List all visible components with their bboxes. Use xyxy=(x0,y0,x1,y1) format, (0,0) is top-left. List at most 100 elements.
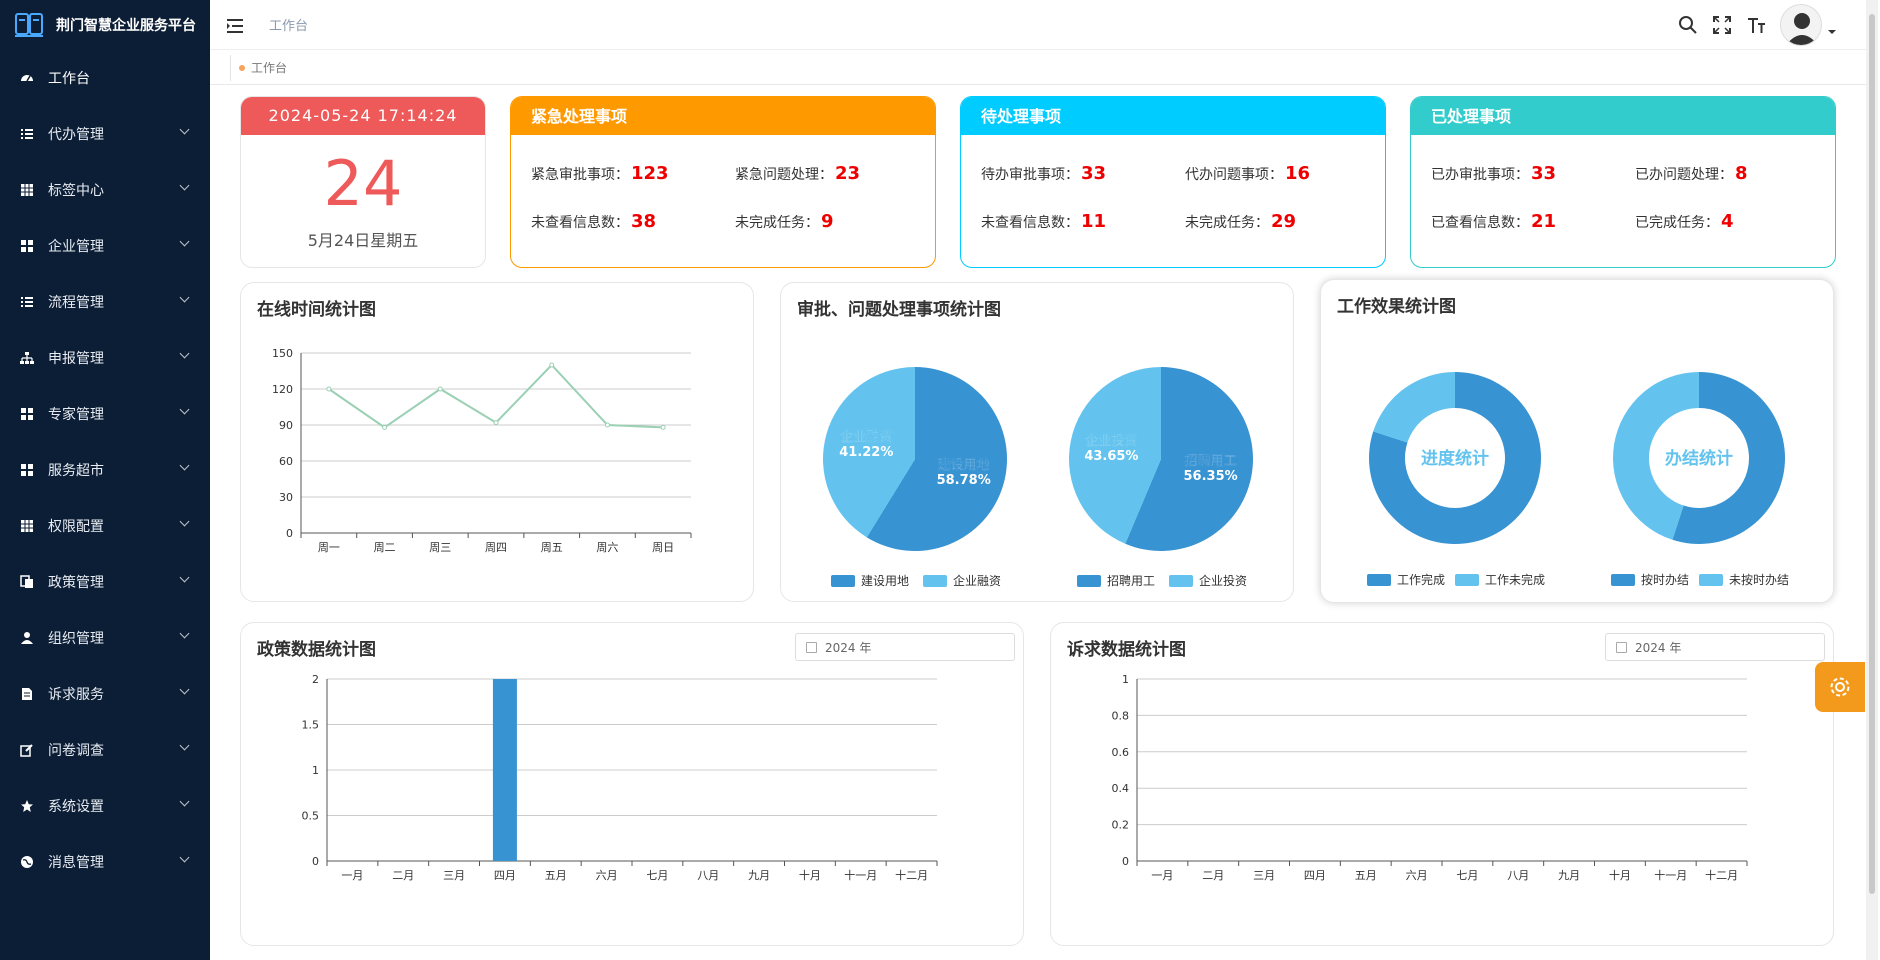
menu-toggle-icon[interactable] xyxy=(227,18,245,33)
stat-value: 9 xyxy=(821,211,834,232)
apps-icon xyxy=(20,407,34,421)
stat-label: 未完成任务： xyxy=(735,215,819,231)
y-tick-label: 60 xyxy=(279,455,293,468)
work-effect-donut-chart: 进度统计工作完成 工作未完成 办结统计按时办结 未按时办结 xyxy=(1367,372,1789,587)
stat-item[interactable]: 紧急问题处理： 23 xyxy=(735,163,860,184)
legend-swatch xyxy=(1169,575,1193,587)
sidebar-item[interactable]: 问卷调查 xyxy=(0,722,210,778)
data-point xyxy=(382,424,388,430)
stat-value: 4 xyxy=(1721,211,1734,232)
stat-value: 29 xyxy=(1271,211,1297,232)
sidebar-item[interactable]: 企业管理 xyxy=(0,218,210,274)
stat-value: 8 xyxy=(1735,163,1748,184)
search-icon[interactable] xyxy=(1678,15,1698,35)
sidebar-item[interactable]: 申报管理 xyxy=(0,330,210,386)
x-tick-label: 周日 xyxy=(652,541,674,554)
stat-value: 11 xyxy=(1081,211,1107,232)
stat-label: 已办问题处理： xyxy=(1635,167,1733,183)
settings-gear-button[interactable] xyxy=(1815,662,1865,712)
sidebar-item[interactable]: 系统设置 xyxy=(0,778,210,834)
donut-slice xyxy=(1373,372,1455,443)
legend-label: 企业融资 xyxy=(953,573,1001,588)
x-tick-label: 二月 xyxy=(392,869,414,882)
list-icon xyxy=(20,127,34,141)
tree-icon xyxy=(20,351,34,365)
stat-value: 33 xyxy=(1531,163,1557,184)
sidebar-item[interactable]: 工作台 xyxy=(0,50,210,106)
processed-items-card: 已处理事项 已办审批事项： 33 已办问题处理： 8 已查看信息数： 21 已完成任务… xyxy=(1410,96,1836,268)
y-tick-label: 30 xyxy=(279,491,293,504)
stat-value: 33 xyxy=(1081,163,1107,184)
apps-icon xyxy=(20,239,34,253)
copy-icon xyxy=(20,575,34,589)
font-size-icon[interactable] xyxy=(1746,15,1766,35)
x-tick-label: 二月 xyxy=(1202,869,1224,882)
fullscreen-icon[interactable] xyxy=(1712,15,1732,35)
sidebar-item-label: 标签中心 xyxy=(48,183,104,199)
card-header: 紧急处理事项 xyxy=(511,97,935,135)
stat-label: 紧急问题处理： xyxy=(735,167,833,183)
sidebar-item[interactable]: 诉求服务 xyxy=(0,666,210,722)
legend-swatch xyxy=(1611,574,1635,586)
x-tick-label: 周五 xyxy=(541,541,563,554)
stat-item[interactable]: 已查看信息数： 21 xyxy=(1431,211,1556,232)
data-point xyxy=(604,422,610,428)
sidebar-item[interactable]: 权限配置 xyxy=(0,498,210,554)
y-tick-label: 120 xyxy=(272,383,293,396)
sidebar-item-label: 组织管理 xyxy=(48,631,104,647)
stat-item[interactable]: 紧急审批事项： 123 xyxy=(531,163,669,184)
stat-item[interactable]: 未查看信息数： 11 xyxy=(981,211,1106,232)
breadcrumb[interactable]: 工作台 xyxy=(269,15,308,34)
chevron-down-icon xyxy=(179,516,190,527)
avatar[interactable] xyxy=(1780,4,1822,46)
y-tick-label: 90 xyxy=(279,419,293,432)
bar xyxy=(492,679,517,861)
stat-item[interactable]: 待办审批事项： 33 xyxy=(981,163,1106,184)
tags-view: 工作台 xyxy=(210,51,1866,85)
chevron-down-icon xyxy=(179,180,190,191)
sidebar-item-label: 企业管理 xyxy=(48,239,104,255)
sidebar-item[interactable]: 政策管理 xyxy=(0,554,210,610)
page-scrollbar[interactable] xyxy=(1866,0,1878,960)
caret-down-icon[interactable] xyxy=(1826,26,1838,38)
y-tick-label: 1 xyxy=(312,764,319,777)
stat-item[interactable]: 代办问题事项： 16 xyxy=(1185,163,1310,184)
stat-item[interactable]: 未完成任务： 29 xyxy=(1185,211,1296,232)
scrollbar-thumb[interactable] xyxy=(1869,14,1875,894)
stat-item[interactable]: 未完成任务： 9 xyxy=(735,211,834,232)
y-tick-label: 0 xyxy=(1122,855,1129,868)
stat-item[interactable]: 未查看信息数： 38 xyxy=(531,211,656,232)
sidebar-item[interactable]: 代办管理 xyxy=(0,106,210,162)
grid-icon xyxy=(20,519,34,533)
y-tick-label: 0.6 xyxy=(1112,746,1130,759)
chevron-down-icon xyxy=(179,572,190,583)
sidebar-item[interactable]: 服务超市 xyxy=(0,442,210,498)
legend-swatch xyxy=(1455,574,1479,586)
stat-item[interactable]: 已办审批事项： 33 xyxy=(1431,163,1556,184)
sidebar-item[interactable]: 流程管理 xyxy=(0,274,210,330)
y-tick-label: 0 xyxy=(286,527,293,540)
app-logo[interactable]: 荆门智慧企业服务平台 xyxy=(0,0,210,50)
slice-percent-label: 43.65% xyxy=(1084,449,1138,464)
sidebar-item-label: 专家管理 xyxy=(48,407,104,423)
legend-label: 工作未完成 xyxy=(1485,572,1545,587)
data-point xyxy=(493,420,499,426)
sidebar-item[interactable]: 组织管理 xyxy=(0,610,210,666)
x-tick-label: 五月 xyxy=(545,869,567,882)
stat-item[interactable]: 已办问题处理： 8 xyxy=(1635,163,1748,184)
tag-workbench[interactable]: 工作台 xyxy=(230,54,295,81)
star-icon xyxy=(20,799,34,813)
tag-label: 工作台 xyxy=(251,61,288,75)
donut-center-label: 进度统计 xyxy=(1421,448,1489,469)
stat-item[interactable]: 已完成任务： 4 xyxy=(1635,211,1734,232)
data-point xyxy=(437,386,443,392)
sidebar-item[interactable]: 标签中心 xyxy=(0,162,210,218)
app-title: 荆门智慧企业服务平台 xyxy=(56,18,196,34)
series-line xyxy=(328,363,664,429)
stat-label: 未完成任务： xyxy=(1185,215,1269,231)
top-bar: 工作台 xyxy=(210,0,1866,50)
sidebar-item[interactable]: 消息管理 xyxy=(0,834,210,890)
chevron-down-icon xyxy=(179,124,190,135)
card-header: 已处理事项 xyxy=(1411,97,1835,135)
sidebar-item[interactable]: 专家管理 xyxy=(0,386,210,442)
